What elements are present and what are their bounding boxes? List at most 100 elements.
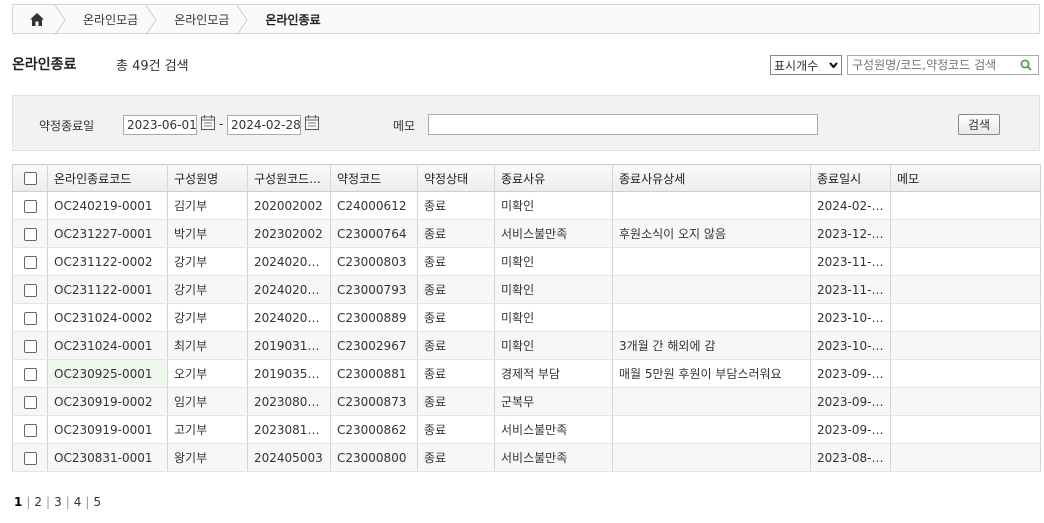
search-input[interactable]	[848, 56, 1016, 74]
table-cell: 미확인	[494, 303, 613, 332]
page-link-5[interactable]: 5	[91, 495, 103, 509]
table-row[interactable]: OC231024-0002 강기부 2024020020 C23000889 종료 미확인…	[12, 303, 1041, 332]
memo-input[interactable]	[428, 114, 818, 135]
row-select-cell	[12, 415, 48, 444]
row-checkbox[interactable]	[23, 367, 37, 381]
table-cell[interactable]: OC230919-0002	[47, 387, 168, 416]
column-header[interactable]: 구성원코드...	[247, 164, 331, 192]
row-checkbox[interactable]	[23, 451, 37, 465]
row-checkbox[interactable]	[23, 339, 37, 353]
row-select-cell	[12, 387, 48, 416]
column-header[interactable]: 약정코드	[330, 164, 418, 192]
table-cell[interactable]: OC230919-0001	[47, 415, 168, 444]
select-all-checkbox[interactable]	[23, 172, 37, 185]
column-header[interactable]: 약정상태	[417, 164, 495, 192]
date-to-input[interactable]: 2024-02-28	[227, 115, 301, 135]
table-cell[interactable]: OC230831-0001	[47, 443, 168, 472]
table-cell[interactable]: OC230925-0001	[47, 359, 168, 388]
breadcrumb-home[interactable]	[13, 5, 66, 35]
page-link-2[interactable]: 2	[32, 495, 44, 509]
table-cell[interactable]: OC240219-0001	[47, 191, 168, 220]
row-checkbox[interactable]	[23, 227, 37, 241]
column-header[interactable]: 온라인종료코드	[47, 164, 168, 192]
table-cell	[890, 275, 1041, 304]
table-cell: C24000612	[330, 191, 418, 220]
row-select-cell	[12, 191, 48, 220]
row-checkbox[interactable]	[23, 199, 37, 213]
column-header[interactable]: 종료사유	[494, 164, 613, 192]
table-cell: 매월 5만원 후원이 부담스러워요	[612, 359, 811, 388]
table-cell: 박기부	[167, 219, 248, 248]
table-cell	[612, 303, 811, 332]
filter-search-button[interactable]: 검색	[958, 114, 1000, 135]
table-cell[interactable]: OC231024-0001	[47, 331, 168, 360]
table-cell: 임기부	[167, 387, 248, 416]
table-cell	[612, 275, 811, 304]
search-button[interactable]	[1016, 59, 1036, 71]
table-row[interactable]: OC230925-0001 오기부 2019035130 C23000881 종료 경제적…	[12, 359, 1041, 388]
table-cell: C23000764	[330, 219, 418, 248]
date-to-calendar-button[interactable]	[305, 115, 321, 133]
table-cell: 2019031220	[247, 331, 331, 360]
table-cell	[612, 443, 811, 472]
table-cell: 왕기부	[167, 443, 248, 472]
row-checkbox[interactable]	[23, 283, 37, 297]
table-cell: 김기부	[167, 191, 248, 220]
table-cell: 서비스불만족	[494, 415, 613, 444]
row-checkbox[interactable]	[23, 423, 37, 437]
table-cell: C23000889	[330, 303, 418, 332]
table-row[interactable]: OC230919-0001 고기부 2023081124 C23000862 종료 서비스…	[12, 415, 1041, 444]
table-cell: 후원소식이 오지 않음	[612, 219, 811, 248]
column-header[interactable]: 종료일시	[810, 164, 891, 192]
page-link-1[interactable]: 1	[12, 495, 24, 509]
table-cell	[612, 247, 811, 276]
row-checkbox[interactable]	[23, 395, 37, 409]
table-cell: 2024020020	[247, 275, 331, 304]
table-cell: 2023-09-25	[810, 359, 891, 388]
page-size-select[interactable]: 표시개수	[770, 55, 842, 75]
row-checkbox[interactable]	[23, 311, 37, 325]
table-cell: C23000800	[330, 443, 418, 472]
row-checkbox[interactable]	[23, 255, 37, 269]
table-cell[interactable]: OC231122-0001	[47, 275, 168, 304]
column-header[interactable]: 구성원명	[167, 164, 248, 192]
row-select-cell	[12, 359, 48, 388]
date-from-calendar-button[interactable]	[201, 115, 217, 133]
table-cell: 강기부	[167, 275, 248, 304]
table-row[interactable]: OC231122-0002 강기부 2024020020 C23000803 종료 미확인…	[12, 247, 1041, 276]
table-cell: 서비스불만족	[494, 443, 613, 472]
table-cell	[890, 331, 1041, 360]
select-all-cell	[12, 164, 48, 192]
date-from-input[interactable]: 2023-06-01	[123, 115, 197, 135]
column-header[interactable]: 종료사유상세	[612, 164, 811, 192]
table-cell: 2023081124	[247, 415, 331, 444]
table-row[interactable]: OC240219-0001 김기부 202002002 C24000612 종료 미확인 2…	[12, 191, 1041, 220]
breadcrumb-item-2[interactable]: 온라인모금	[152, 5, 249, 35]
table-row[interactable]: OC230919-0002 임기부 2023080024 C23000873 종료 군복무…	[12, 387, 1041, 416]
table-cell: 종료	[417, 443, 495, 472]
table-cell: 2023-09-19	[810, 387, 891, 416]
table-cell[interactable]: OC231122-0002	[47, 247, 168, 276]
breadcrumb-item-1[interactable]: 온라인모금	[61, 5, 157, 35]
table-cell: 강기부	[167, 303, 248, 332]
table-cell: 2024020020	[247, 247, 331, 276]
table-cell: 종료	[417, 191, 495, 220]
table-cell: 경제적 부담	[494, 359, 613, 388]
date-range-separator: -	[219, 117, 224, 131]
chevron-down-icon	[829, 62, 838, 68]
page-link-3[interactable]: 3	[52, 495, 64, 509]
table-cell: 종료	[417, 331, 495, 360]
pagination-separator: |	[46, 495, 51, 509]
table-cell	[612, 387, 811, 416]
column-header[interactable]: 메모	[890, 164, 1041, 192]
table-row[interactable]: OC230831-0001 왕기부 202405003 C23000800 종료 서비스불…	[12, 443, 1041, 472]
table-cell: 2023-09-19	[810, 415, 891, 444]
table-cell[interactable]: OC231024-0002	[47, 303, 168, 332]
table-row[interactable]: OC231227-0001 박기부 202302002 C23000764 종료 서비스불…	[12, 219, 1041, 248]
page-link-4[interactable]: 4	[72, 495, 84, 509]
table-cell: 미확인	[494, 247, 613, 276]
table-cell[interactable]: OC231227-0001	[47, 219, 168, 248]
table-row[interactable]: OC231122-0001 강기부 2024020020 C23000793 종료 미확인…	[12, 275, 1041, 304]
row-select-cell	[12, 247, 48, 276]
table-row[interactable]: OC231024-0001 최기부 2019031220 C23002967 종료 미확인…	[12, 331, 1041, 360]
